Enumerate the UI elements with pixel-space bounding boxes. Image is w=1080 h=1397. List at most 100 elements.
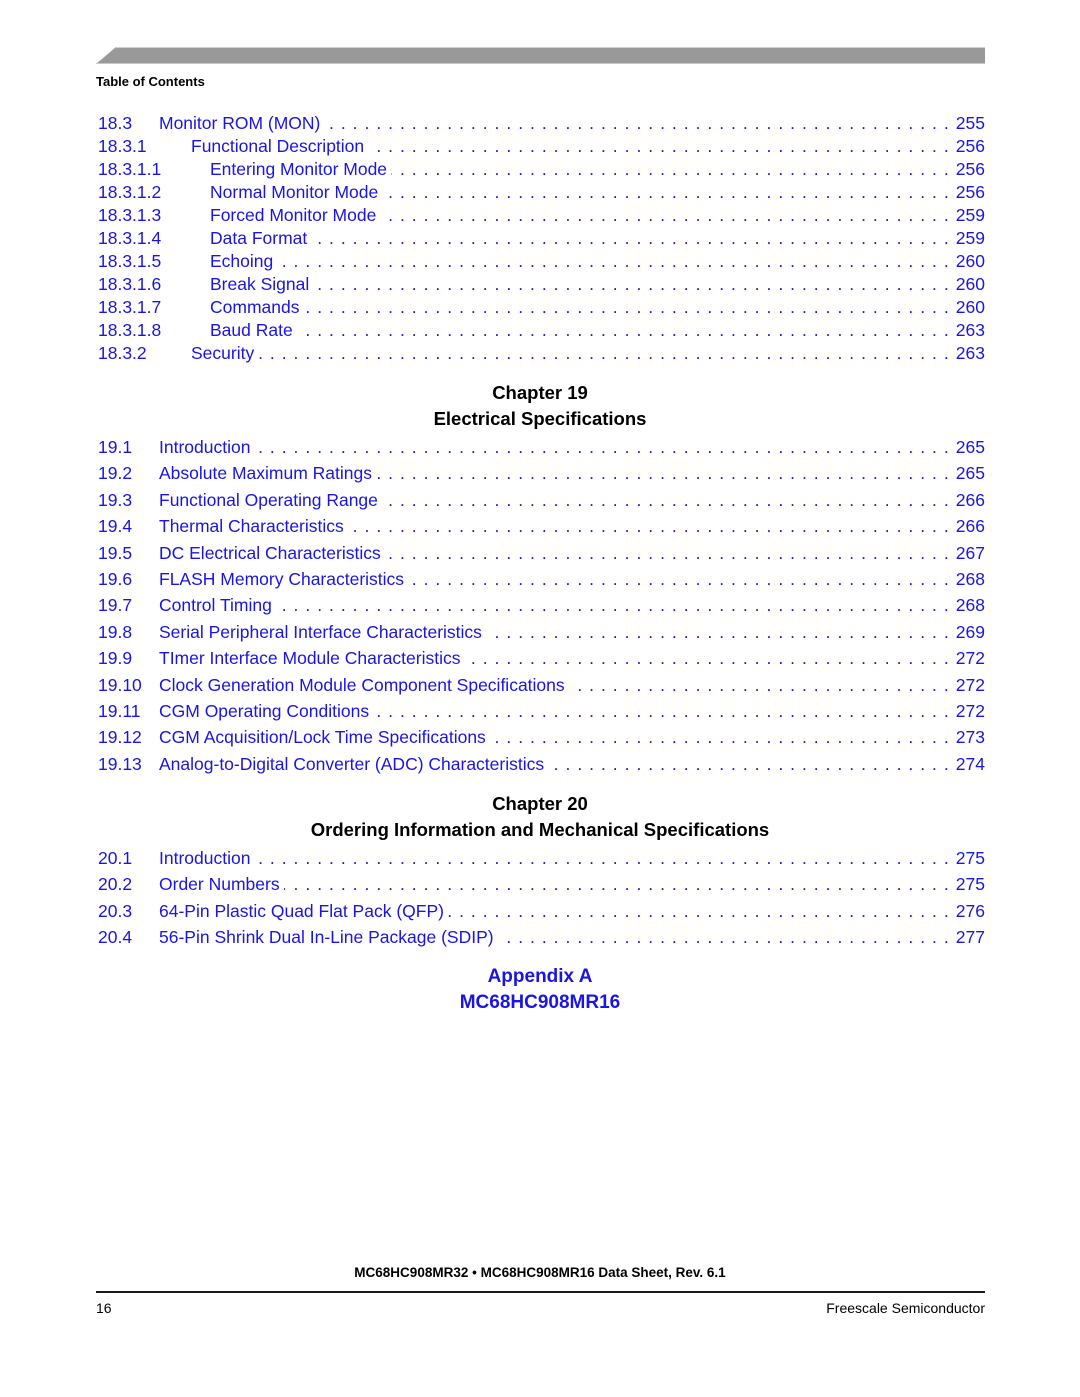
toc-entry-title: TImer Interface Module Characteristics: [159, 645, 465, 672]
toc-dot-leader: [498, 924, 950, 950]
toc-entry[interactable]: 18.3 Monitor ROM (MON) 255: [98, 112, 985, 135]
toc-entry[interactable]: 19.9 TImer Interface Module Characteristi…: [98, 645, 985, 672]
toc-entry-title: Normal Monitor Mode: [210, 181, 383, 204]
toc-entry-page: 274: [955, 753, 985, 774]
toc-entry-page: 275: [955, 848, 985, 868]
toc-dot-leader: [548, 751, 950, 777]
toc-entry[interactable]: 18.3.1.7 Commands 260: [98, 296, 985, 319]
toc-entry[interactable]: 20.2 Order Numbers 275: [98, 871, 985, 898]
chapter-label: Chapter 19: [492, 382, 588, 403]
toc-entry-page: 275: [955, 874, 985, 895]
toc-entry[interactable]: 20.4 56-Pin Shrink Dual In-Line Package (…: [98, 924, 985, 951]
toc-dot-leader: [258, 342, 950, 365]
toc-chapter-20: 20.1 Introduction 275 20.2 Order Numbers 275…: [98, 845, 985, 951]
toc-entry-number: 19.4: [98, 516, 133, 537]
toc-dot-leader: [380, 204, 949, 227]
toc-entry-page: 255: [955, 113, 985, 133]
toc-entry-number: 19.10: [98, 674, 142, 695]
toc-entry-number: 19.5: [98, 542, 133, 563]
toc-entry-page: 260: [955, 274, 985, 294]
toc-entry-title: Control Timing: [159, 592, 276, 619]
toc-entry-page: 266: [955, 516, 985, 537]
toc-entry-number: 18.3: [98, 113, 133, 133]
toc-entry[interactable]: 18.3.1.2 Normal Monitor Mode 256: [98, 181, 985, 204]
toc-entry-title: CGM Operating Conditions: [159, 697, 374, 725]
toc-entry[interactable]: 18.3.1.1 Entering Monitor Mode 256: [98, 158, 985, 181]
chapter-label: Chapter 20: [492, 793, 588, 814]
toc-entry-title: Functional Operating Range: [159, 486, 382, 514]
toc-dot-leader: [254, 434, 949, 460]
toc-entry[interactable]: 20.1 Introduction 275: [98, 845, 985, 872]
toc-entry[interactable]: 18.3.1.5 Echoing 260: [98, 250, 985, 273]
toc-entry[interactable]: 19.3 Functional Operating Range 266: [98, 486, 985, 514]
toc-entry-title: 56-Pin Shrink Dual In-Line Package (SDIP…: [159, 924, 498, 951]
toc-dot-leader: [324, 112, 949, 135]
toc-entry-page: 273: [955, 727, 985, 748]
toc-entry-title: Introduction: [159, 845, 255, 872]
toc-entry-page: 266: [955, 489, 985, 510]
toc-entry-number: 19.3: [98, 489, 133, 510]
footer-document-title: MC68HC908MR32 • MC68HC908MR16 Data Sheet…: [354, 1265, 726, 1280]
toc-entry[interactable]: 19.4 Thermal Characteristics 266: [98, 513, 985, 540]
appendix-a-link[interactable]: Appendix A MC68HC908MR16: [0, 964, 1080, 1016]
toc-entry-page: 256: [955, 136, 985, 156]
toc-entry[interactable]: 20.3 64-Pin Plastic Quad Flat Pack (QFP) 2…: [98, 897, 985, 925]
running-head: Table of Contents: [96, 74, 205, 89]
toc-entry-title: Order Numbers: [159, 871, 284, 898]
toc-entry[interactable]: 19.13 Analog-to-Digital Converter (ADC) C…: [98, 750, 985, 778]
toc-entry[interactable]: 18.3.1.4 Data Format 259: [98, 227, 985, 250]
toc-entry-number: 18.3.1.3: [98, 205, 162, 225]
toc-entry-title: Introduction: [159, 434, 255, 461]
toc-entry-title: CGM Acquisition/Lock Time Specifications: [159, 724, 490, 751]
toc-entry[interactable]: 18.3.1.6 Break Signal 260: [98, 273, 985, 296]
toc-entry-title: Security: [191, 342, 259, 365]
toc-entry[interactable]: 19.7 Control Timing 268: [98, 592, 985, 619]
toc-entry-page: 259: [955, 205, 985, 225]
toc-entry-page: 277: [955, 927, 985, 948]
toc-dot-leader: [408, 566, 950, 592]
toc-entry[interactable]: 18.3.1.8 Baud Rate 263: [98, 319, 985, 342]
toc-entry[interactable]: 19.10 Clock Generation Module Component S…: [98, 671, 985, 698]
toc-dot-leader: [348, 513, 950, 539]
toc-entry[interactable]: 18.3.1 Functional Description 256: [98, 135, 985, 158]
toc-entry-title: Analog-to-Digital Converter (ADC) Charac…: [159, 750, 549, 778]
toc-entry-title: DC Electrical Characteristics: [159, 539, 385, 566]
toc-dot-leader: [382, 181, 950, 204]
toc-dot-leader: [569, 672, 950, 698]
toc-entry[interactable]: 18.3.2 Security 263: [98, 342, 985, 365]
toc-entry-number: 20.2: [98, 874, 133, 895]
toc-entry-number: 19.12: [98, 727, 142, 748]
toc-dot-leader: [303, 296, 949, 319]
toc-entry-title: Clock Generation Module Component Specif…: [159, 671, 569, 698]
toc-entry-number: 19.2: [98, 463, 133, 484]
footer-divider: [96, 1291, 985, 1293]
footer-company: Freescale Semiconductor: [826, 1300, 985, 1316]
toc-entry-title: Break Signal: [210, 273, 314, 296]
toc-entry-title: Serial Peripheral Interface Characterist…: [159, 618, 486, 646]
toc-entry[interactable]: 19.1 Introduction 265: [98, 434, 985, 461]
toc-entry-number: 18.3.1.1: [98, 159, 162, 179]
toc-entry-title: Absolute Maximum Ratings: [159, 460, 376, 487]
toc-entry[interactable]: 19.11 CGM Operating Conditions 272: [98, 697, 985, 725]
toc-dot-leader: [448, 898, 950, 924]
toc-entry-title: Echoing: [210, 250, 278, 273]
toc-entry-page: 267: [955, 542, 985, 563]
toc-entry-number: 18.3.1.7: [98, 297, 162, 317]
toc-entry[interactable]: 19.5 DC Electrical Characteristics 267: [98, 539, 985, 566]
appendix-label: Appendix A: [487, 966, 593, 987]
toc-chapter-19: 19.1 Introduction 265 19.2 Absolute Maximum…: [98, 434, 985, 778]
toc-entry[interactable]: 19.2 Absolute Maximum Ratings 265: [98, 460, 985, 487]
toc-entry[interactable]: 19.6 FLASH Memory Characteristics 268: [98, 565, 985, 593]
toc-entry-page: 263: [955, 343, 985, 363]
toc-entry-number: 19.13: [98, 753, 142, 774]
toc-entry-number: 18.3.1.5: [98, 251, 162, 271]
toc-entry-title: Commands: [210, 296, 304, 319]
toc-entry-number: 18.3.1: [98, 136, 147, 156]
toc-entry[interactable]: 19.8 Serial Peripheral Interface Characte…: [98, 618, 985, 646]
toc-dot-leader: [276, 592, 950, 618]
toc-entry[interactable]: 19.12 CGM Acquisition/Lock Time Specifica…: [98, 724, 985, 751]
appendix-title: MC68HC908MR16: [459, 992, 621, 1013]
toc-dot-leader: [382, 487, 950, 513]
toc-entry[interactable]: 18.3.1.3 Forced Monitor Mode 259: [98, 204, 985, 227]
footer-page-number: 16: [96, 1300, 112, 1316]
